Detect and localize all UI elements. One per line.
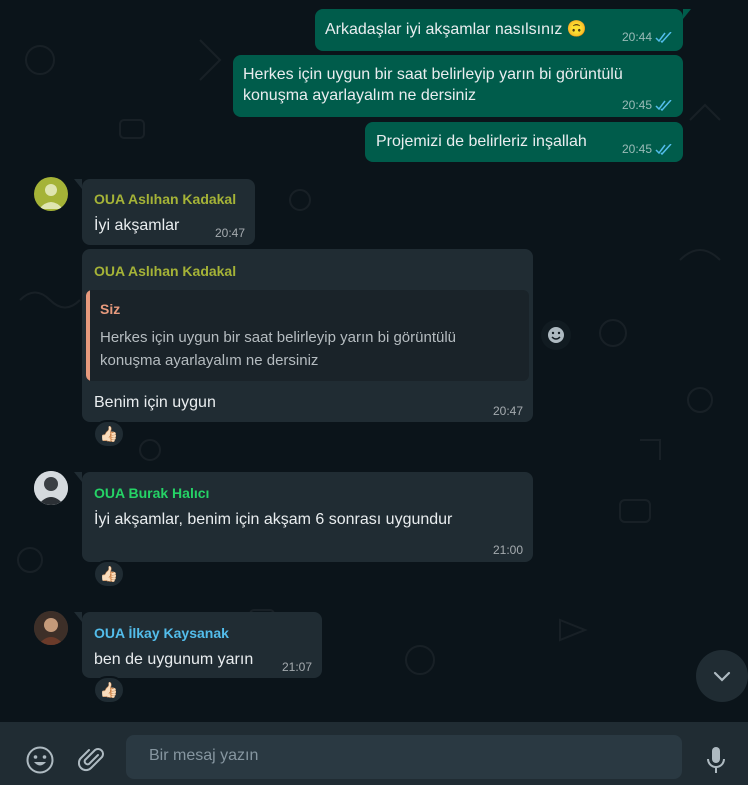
- chat-area: Arkadaşlar iyi akşamlar nasılsınız 🙃 20:…: [0, 0, 748, 722]
- message-time: 20:47: [492, 404, 523, 418]
- outgoing-message[interactable]: Herkes için uygun bir saat belirleyip ya…: [233, 55, 683, 117]
- profile-photo-icon: [34, 471, 68, 505]
- message-meta: 20:45: [622, 142, 673, 156]
- default-avatar-icon: [39, 184, 63, 209]
- sender-name: OUA Burak Halıcı: [94, 485, 210, 501]
- emoji-button[interactable]: [24, 744, 56, 776]
- reaction-thumbs-up[interactable]: 👍🏻: [93, 560, 125, 588]
- message-text: Herkes için uygun bir saat belirleyip ya…: [243, 66, 623, 104]
- outgoing-message[interactable]: Arkadaşlar iyi akşamlar nasılsınız 🙃 20:…: [315, 9, 683, 51]
- thumbs-up-icon: 👍🏻: [99, 426, 119, 443]
- incoming-message[interactable]: OUA Aslıhan Kadakal Siz Herkes için uygu…: [82, 249, 533, 422]
- incoming-message[interactable]: OUA İlkay Kaysanak ben de uygunum yarın …: [82, 612, 322, 678]
- message-time: 21:00: [492, 543, 523, 557]
- message-text: Arkadaşlar iyi akşamlar nasılsınız 🙃: [325, 21, 587, 38]
- quote-accent-bar: [86, 290, 90, 381]
- paperclip-icon: [78, 748, 104, 772]
- reaction-thumbs-up[interactable]: 👍🏻: [93, 676, 125, 704]
- thumbs-up-icon: 👍🏻: [99, 682, 119, 699]
- double-check-icon: [655, 31, 672, 43]
- quoted-message[interactable]: Siz Herkes için uygun bir saat belirleyi…: [86, 290, 529, 381]
- thumbs-up-icon: 👍🏻: [99, 566, 119, 583]
- bubble-tail: [683, 9, 691, 19]
- message-time: 20:44: [621, 30, 652, 44]
- message-meta: 20:44: [622, 30, 673, 44]
- message-time: 20:45: [621, 142, 652, 156]
- scroll-to-bottom-button[interactable]: [696, 650, 748, 702]
- double-check-icon: [655, 99, 672, 111]
- emoji-icon: [26, 746, 54, 774]
- message-input[interactable]: [147, 746, 671, 766]
- smiley-icon: [548, 327, 564, 343]
- voice-message-button[interactable]: [702, 744, 730, 776]
- message-text: ben de uygunum yarın: [94, 651, 254, 668]
- message-time: 21:07: [281, 660, 312, 674]
- bubble-tail: [74, 472, 82, 482]
- message-text: İyi akşamlar: [94, 217, 180, 234]
- bubble-tail: [74, 612, 82, 622]
- react-button[interactable]: [541, 320, 571, 350]
- message-time: 20:45: [621, 98, 652, 112]
- message-time: 20:47: [214, 226, 245, 240]
- message-meta: 20:45: [622, 98, 673, 112]
- profile-photo-icon: [34, 611, 68, 645]
- reaction-thumbs-up[interactable]: 👍🏻: [93, 420, 125, 448]
- message-composer: [0, 722, 748, 785]
- message-input-container[interactable]: [126, 735, 682, 779]
- bubble-tail: [74, 179, 82, 189]
- quote-author: Siz: [100, 301, 121, 317]
- incoming-message[interactable]: OUA Aslıhan Kadakal İyi akşamlar 20:47: [82, 179, 255, 245]
- microphone-icon: [707, 747, 725, 773]
- attach-button[interactable]: [76, 744, 108, 776]
- avatar[interactable]: [34, 611, 68, 645]
- message-text: Projemizi de belirleriz inşallah: [376, 133, 587, 150]
- sender-name: OUA İlkay Kaysanak: [94, 625, 229, 641]
- avatar[interactable]: [34, 177, 68, 211]
- avatar[interactable]: [34, 471, 68, 505]
- message-text: Benim için uygun: [94, 394, 216, 411]
- quote-text: Herkes için uygun bir saat belirleyip ya…: [100, 329, 457, 369]
- message-text: İyi akşamlar, benim için akşam 6 sonrası…: [94, 511, 453, 528]
- sender-name: OUA Aslıhan Kadakal: [94, 191, 237, 207]
- incoming-message[interactable]: OUA Burak Halıcı İyi akşamlar, benim içi…: [82, 472, 533, 562]
- outgoing-message[interactable]: Projemizi de belirleriz inşallah 20:45: [365, 122, 683, 162]
- chevron-down-icon: [713, 671, 731, 682]
- sender-name: OUA Aslıhan Kadakal: [94, 263, 237, 279]
- double-check-icon: [655, 143, 672, 155]
